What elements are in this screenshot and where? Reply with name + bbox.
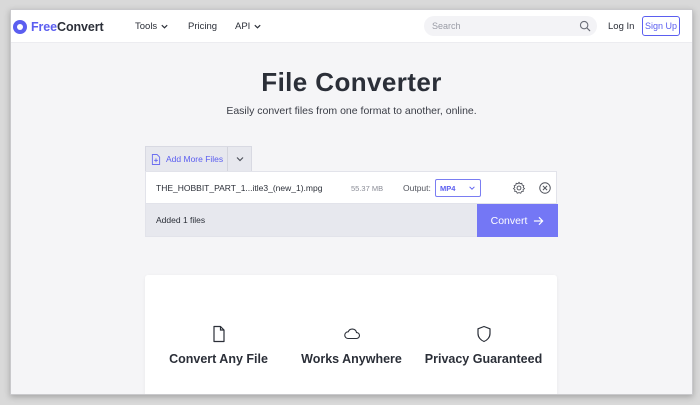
page-subtitle: Easily convert files from one format to …	[226, 105, 477, 117]
chevron-down-icon	[469, 186, 475, 190]
feature-label: Convert Any File	[169, 352, 268, 366]
chevron-down-icon	[236, 157, 243, 162]
browser-page: FreeConvert Tools Pricing API Search Log…	[10, 9, 693, 395]
top-navbar: FreeConvert Tools Pricing API Search Log…	[11, 10, 692, 43]
search-icon[interactable]	[579, 20, 591, 32]
logo-mark-icon	[13, 20, 27, 34]
nav-pricing-link[interactable]: Pricing	[188, 21, 217, 32]
add-more-files-button[interactable]: Add More Files	[146, 147, 228, 171]
nav-api-menu[interactable]: API	[235, 21, 262, 32]
add-more-dropdown-toggle[interactable]	[228, 154, 251, 164]
search-input[interactable]: Search	[424, 16, 597, 36]
login-link[interactable]: Log In	[608, 21, 634, 32]
nav-tools-label: Tools	[135, 21, 158, 32]
signup-button[interactable]: Sign Up	[642, 16, 680, 36]
close-circle-icon[interactable]	[538, 181, 552, 195]
nav-tools-menu[interactable]: Tools	[135, 21, 169, 32]
shield-icon	[476, 325, 491, 343]
feature-label: Works Anywhere	[301, 352, 402, 366]
convert-label: Convert	[490, 214, 528, 227]
arrow-right-icon	[534, 216, 544, 225]
added-files-count: Added 1 files	[156, 215, 206, 225]
logo-text-free: Free	[31, 20, 58, 34]
converter-footer: Added 1 files Convert	[145, 204, 558, 237]
file-row: THE_HOBBIT_PART_1...itle3_(new_1).mpg 55…	[145, 171, 557, 204]
add-file-icon	[151, 153, 161, 165]
add-more-files-label: Add More Files	[166, 154, 224, 164]
feature-works-anywhere: Works Anywhere	[283, 325, 420, 366]
chevron-down-icon	[160, 22, 169, 31]
freeconvert-logo[interactable]: FreeConvert	[13, 18, 104, 36]
output-format-value: MP4	[440, 183, 456, 193]
cloud-icon	[343, 328, 360, 340]
output-label: Output:	[403, 183, 431, 193]
feature-label: Privacy Guaranteed	[424, 352, 543, 366]
add-more-files-group: Add More Files	[145, 146, 252, 171]
output-format-select[interactable]: MP4	[435, 179, 481, 197]
nav-pricing-label: Pricing	[188, 21, 218, 32]
chevron-down-icon	[253, 22, 262, 31]
gear-icon[interactable]	[512, 181, 526, 195]
search-placeholder: Search	[432, 21, 461, 31]
convert-button[interactable]: Convert	[477, 204, 558, 237]
file-icon	[212, 325, 225, 343]
feature-privacy-guaranteed: Privacy Guaranteed	[415, 325, 552, 366]
logo-text-convert: Convert	[57, 20, 104, 34]
file-size: 55.37 MB	[351, 184, 384, 193]
file-name: THE_HOBBIT_PART_1...itle3_(new_1).mpg	[156, 183, 323, 193]
page-title: File Converter	[261, 67, 442, 97]
feature-convert-any-file: Convert Any File	[150, 325, 287, 366]
nav-api-label: API	[235, 21, 251, 32]
features-card: Convert Any File Works Anywhere Privacy …	[145, 275, 557, 394]
